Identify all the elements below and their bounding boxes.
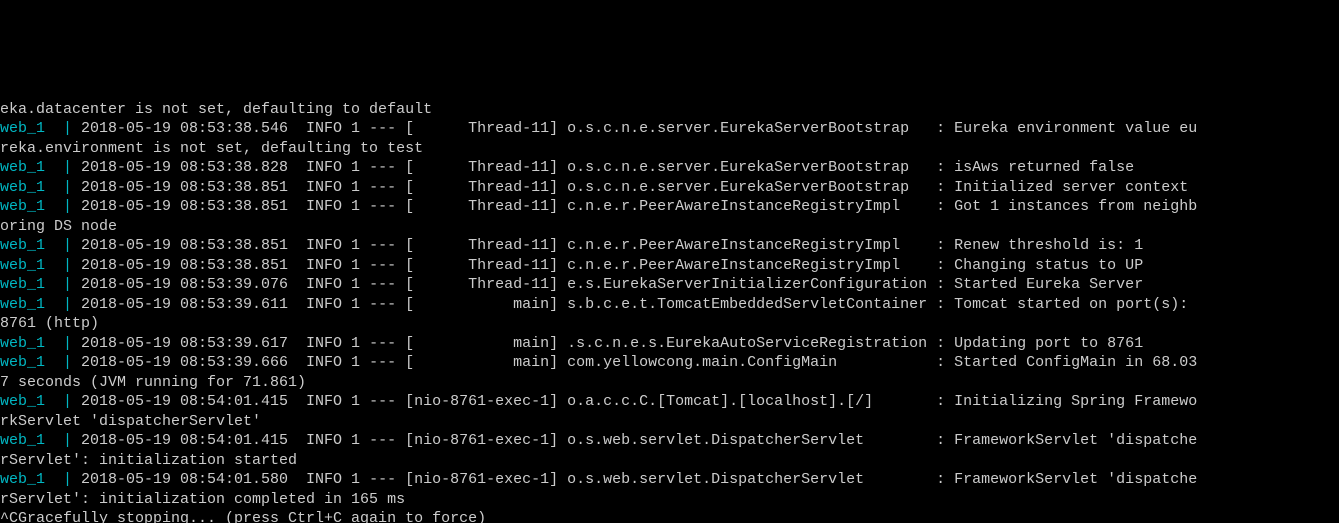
container-prefix: web_1 |	[0, 120, 72, 137]
container-prefix: web_1 |	[0, 335, 72, 352]
container-prefix: web_1 |	[0, 432, 72, 449]
log-line: web_1 | 2018-05-19 08:53:39.666 INFO 1 -…	[0, 353, 1339, 373]
log-text: 2018-05-19 08:53:38.546 INFO 1 --- [ Thr…	[72, 120, 1197, 137]
log-text: 2018-05-19 08:53:39.076 INFO 1 --- [ Thr…	[72, 276, 1143, 293]
container-prefix: web_1 |	[0, 296, 72, 313]
log-text: rkServlet 'dispatcherServlet'	[0, 413, 261, 430]
log-line: oring DS node	[0, 217, 1339, 237]
log-text: 2018-05-19 08:54:01.415 INFO 1 --- [nio-…	[72, 393, 1197, 410]
log-text: 7 seconds (JVM running for 71.861)	[0, 374, 306, 391]
log-text: 2018-05-19 08:54:01.580 INFO 1 --- [nio-…	[72, 471, 1197, 488]
log-line: eka.datacenter is not set, defaulting to…	[0, 100, 1339, 120]
container-prefix: web_1 |	[0, 354, 72, 371]
log-line: web_1 | 2018-05-19 08:54:01.415 INFO 1 -…	[0, 431, 1339, 451]
log-text: oring DS node	[0, 218, 117, 235]
log-text: 2018-05-19 08:53:39.611 INFO 1 --- [ mai…	[72, 296, 1197, 313]
container-prefix: web_1 |	[0, 257, 72, 274]
container-prefix: web_1 |	[0, 393, 72, 410]
log-line: rServlet': initialization completed in 1…	[0, 490, 1339, 510]
log-text: 2018-05-19 08:53:39.666 INFO 1 --- [ mai…	[72, 354, 1197, 371]
log-text: 2018-05-19 08:53:38.851 INFO 1 --- [ Thr…	[72, 257, 1143, 274]
log-line: 7 seconds (JVM running for 71.861)	[0, 373, 1339, 393]
log-text: rServlet': initialization started	[0, 452, 297, 469]
container-prefix: web_1 |	[0, 471, 72, 488]
log-text: reka.environment is not set, defaulting …	[0, 140, 423, 157]
log-line: web_1 | 2018-05-19 08:53:38.546 INFO 1 -…	[0, 119, 1339, 139]
terminal-output[interactable]: eka.datacenter is not set, defaulting to…	[0, 98, 1339, 523]
log-line: web_1 | 2018-05-19 08:54:01.415 INFO 1 -…	[0, 392, 1339, 412]
log-line: web_1 | 2018-05-19 08:53:38.851 INFO 1 -…	[0, 178, 1339, 198]
log-line: reka.environment is not set, defaulting …	[0, 139, 1339, 159]
log-line: web_1 | 2018-05-19 08:53:38.851 INFO 1 -…	[0, 197, 1339, 217]
log-line: web_1 | 2018-05-19 08:53:38.851 INFO 1 -…	[0, 256, 1339, 276]
log-text: eka.datacenter is not set, defaulting to…	[0, 101, 432, 118]
container-prefix: web_1 |	[0, 159, 72, 176]
log-line: rkServlet 'dispatcherServlet'	[0, 412, 1339, 432]
log-line: web_1 | 2018-05-19 08:53:39.611 INFO 1 -…	[0, 295, 1339, 315]
log-line: rServlet': initialization started	[0, 451, 1339, 471]
log-line: ^CGracefully stopping... (press Ctrl+C a…	[0, 509, 1339, 523]
log-line: web_1 | 2018-05-19 08:53:38.851 INFO 1 -…	[0, 236, 1339, 256]
container-prefix: web_1 |	[0, 198, 72, 215]
log-text: 8761 (http)	[0, 315, 99, 332]
log-text: 2018-05-19 08:53:38.851 INFO 1 --- [ Thr…	[72, 179, 1188, 196]
container-prefix: web_1 |	[0, 179, 72, 196]
log-line: 8761 (http)	[0, 314, 1339, 334]
container-prefix: web_1 |	[0, 237, 72, 254]
log-text: 2018-05-19 08:53:38.828 INFO 1 --- [ Thr…	[72, 159, 1134, 176]
log-line: web_1 | 2018-05-19 08:53:38.828 INFO 1 -…	[0, 158, 1339, 178]
log-text: rServlet': initialization completed in 1…	[0, 491, 405, 508]
log-line: web_1 | 2018-05-19 08:53:39.617 INFO 1 -…	[0, 334, 1339, 354]
log-text: 2018-05-19 08:53:38.851 INFO 1 --- [ Thr…	[72, 198, 1197, 215]
log-text: ^CGracefully stopping... (press Ctrl+C a…	[0, 510, 486, 523]
log-line: web_1 | 2018-05-19 08:53:39.076 INFO 1 -…	[0, 275, 1339, 295]
log-text: 2018-05-19 08:53:39.617 INFO 1 --- [ mai…	[72, 335, 1143, 352]
log-text: 2018-05-19 08:54:01.415 INFO 1 --- [nio-…	[72, 432, 1197, 449]
log-text: 2018-05-19 08:53:38.851 INFO 1 --- [ Thr…	[72, 237, 1143, 254]
log-line: web_1 | 2018-05-19 08:54:01.580 INFO 1 -…	[0, 470, 1339, 490]
container-prefix: web_1 |	[0, 276, 72, 293]
